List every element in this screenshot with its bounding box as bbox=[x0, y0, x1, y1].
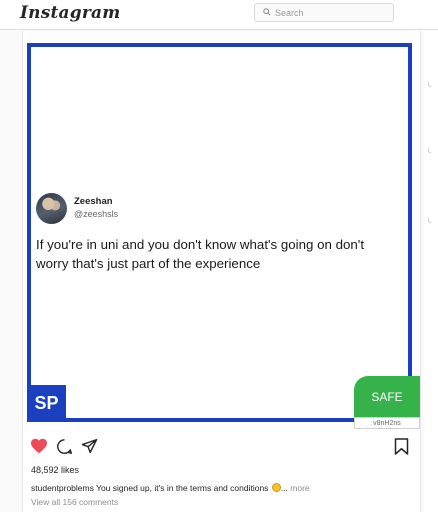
bookmark-icon bbox=[394, 438, 409, 455]
caption-more-link[interactable]: more bbox=[290, 483, 309, 493]
tweet-text: If you're in uni and you don't know what… bbox=[36, 237, 365, 271]
tweet-author-name: Zeeshan bbox=[74, 196, 113, 207]
heart-icon bbox=[31, 438, 47, 454]
tweet-author-handle: @zeeshsls bbox=[74, 209, 119, 219]
tweet-avatar bbox=[36, 193, 67, 224]
caption-text: You signed up, it's in the terms and con… bbox=[96, 483, 269, 493]
share-button[interactable] bbox=[81, 438, 98, 459]
comment-button[interactable] bbox=[56, 438, 73, 460]
right-panel-edge: ╰ ╰ ╰ bbox=[424, 30, 438, 512]
search-box[interactable] bbox=[254, 3, 394, 22]
brand-badge: SP bbox=[27, 385, 66, 422]
search-input[interactable] bbox=[275, 5, 390, 20]
top-bar: Instagram bbox=[0, 0, 438, 30]
like-button[interactable] bbox=[30, 438, 48, 459]
safe-badge-code: v8nH2ns bbox=[354, 417, 420, 429]
caption-ellipsis: ... bbox=[280, 483, 288, 493]
post-image-frame[interactable] bbox=[27, 43, 412, 422]
share-icon bbox=[81, 438, 98, 454]
emoji-icon bbox=[271, 483, 281, 492]
post-caption: studentproblems You signed up, it's in t… bbox=[31, 483, 310, 493]
comment-icon bbox=[57, 439, 72, 454]
scroll-mark: ╰ bbox=[426, 218, 431, 227]
safe-badge[interactable]: SAFE bbox=[354, 376, 420, 417]
instagram-logo[interactable]: Instagram bbox=[20, 3, 120, 23]
scroll-mark: ╰ bbox=[426, 82, 431, 91]
caption-username[interactable]: studentproblems bbox=[31, 483, 94, 493]
scroll-mark: ╰ bbox=[426, 148, 431, 157]
search-icon bbox=[263, 8, 271, 16]
likes-count[interactable]: 48,592 likes bbox=[31, 465, 79, 475]
save-button[interactable] bbox=[394, 438, 409, 460]
view-comments-link[interactable]: View all 156 comments bbox=[31, 497, 118, 507]
